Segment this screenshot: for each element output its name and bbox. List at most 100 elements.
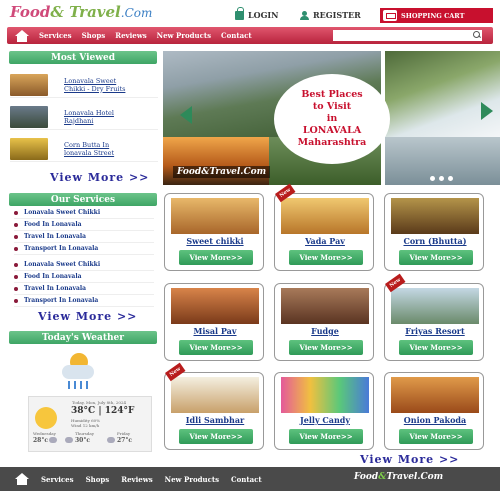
service-item[interactable]: Transport In Lonavala <box>14 295 154 307</box>
services-view-more[interactable]: View More >> <box>38 310 137 323</box>
service-label: Travel In Lonavala <box>24 233 87 240</box>
product-image[interactable] <box>171 377 259 413</box>
nav-reviews[interactable]: Reviews <box>115 31 146 40</box>
logo-com: .Com <box>120 6 153 20</box>
product-image[interactable] <box>391 198 479 234</box>
label-line: Lonavala Hotel <box>64 108 114 117</box>
home-icon[interactable] <box>15 473 29 485</box>
view-more-button[interactable]: View More>> <box>289 429 363 444</box>
view-more-button[interactable]: View More>> <box>399 250 473 265</box>
cart-label: SHOPPING CART <box>401 11 465 20</box>
service-item[interactable]: Travel In Lonavala <box>14 231 154 243</box>
slider-dot[interactable] <box>439 176 444 181</box>
label-line: Corn Butta In <box>64 140 110 149</box>
slider-dots <box>430 176 453 181</box>
bullet-icon <box>14 298 18 303</box>
slider-next-arrow-icon[interactable] <box>481 102 493 120</box>
nav-shops[interactable]: Shops <box>82 31 106 40</box>
most-viewed-heading: Most Viewed <box>9 51 157 64</box>
service-label: Transport In Lonavala <box>24 297 99 304</box>
cloud-shape <box>62 365 94 379</box>
nav-services[interactable]: Services <box>39 31 72 40</box>
logo-travel: & Travel <box>50 3 121 21</box>
product-card: Corn (Bhutta) View More>> <box>384 193 484 271</box>
product-title[interactable]: Jelly Candy <box>275 415 375 425</box>
rain-shape <box>68 381 90 389</box>
service-item[interactable]: Food In Lonavala <box>14 219 154 231</box>
service-label: Lonavala Sweet Chikki <box>24 209 101 216</box>
product-title[interactable]: Onion Pakoda <box>385 415 485 425</box>
view-more-button[interactable]: View More>> <box>399 340 473 355</box>
bullet-icon <box>14 222 18 227</box>
products-view-more[interactable]: View More >> <box>360 453 459 466</box>
product-image[interactable] <box>391 377 479 413</box>
slider-dot[interactable] <box>430 176 435 181</box>
nav-contact[interactable]: Contact <box>221 31 252 40</box>
product-title[interactable]: Misal Pav <box>165 326 265 336</box>
footer-contact[interactable]: Contact <box>231 475 262 484</box>
most-viewed-view-more[interactable]: View More >> <box>50 171 149 184</box>
product-image[interactable] <box>171 198 259 234</box>
login-label: LOGIN <box>248 10 279 20</box>
register-label: REGISTER <box>313 10 361 20</box>
product-title[interactable]: Sweet chikki <box>165 236 265 246</box>
slider-prev-arrow-icon[interactable] <box>180 106 192 124</box>
product-title[interactable]: Friyas Resort <box>385 326 485 336</box>
footer-reviews[interactable]: Reviews <box>121 475 152 484</box>
product-image[interactable] <box>281 198 369 234</box>
product-image[interactable] <box>391 288 479 324</box>
register-link[interactable]: REGISTER <box>300 10 361 20</box>
footer-new-products[interactable]: New Products <box>165 475 219 484</box>
service-label: Food In Lonavala <box>24 221 82 228</box>
service-item[interactable]: Transport In Lonavala <box>14 243 154 255</box>
product-title[interactable]: Vada Pav <box>275 236 375 246</box>
footer-shops[interactable]: Shops <box>86 475 110 484</box>
shopping-cart-button[interactable]: SHOPPING CART <box>380 8 493 23</box>
product-title[interactable]: Idli Sambhar <box>165 415 265 425</box>
weather-widget: Today, Mon, July 8th, 2024 38°C | 124°F … <box>28 396 152 452</box>
weather-desc-line: Wind 12 km/h <box>71 423 100 428</box>
home-icon[interactable] <box>15 29 29 42</box>
weather-panel: Today, Mon, July 8th, 2024 38°C | 124°F … <box>10 346 158 454</box>
service-label: Travel In Lonavala <box>24 285 87 292</box>
footer-logo[interactable]: Food&Travel.Com <box>354 472 443 482</box>
search-icon[interactable] <box>473 31 481 39</box>
nav-new-products[interactable]: New Products <box>157 31 211 40</box>
view-more-button[interactable]: View More>> <box>179 340 253 355</box>
view-more-button[interactable]: View More>> <box>179 250 253 265</box>
most-viewed-item[interactable]: Lonavala Sweet Chikki - Dry Fruits <box>10 72 158 98</box>
bullet-icon <box>14 286 18 291</box>
login-link[interactable]: LOGIN <box>235 6 279 20</box>
product-card: New Vada Pav View More>> <box>274 183 375 271</box>
site-logo[interactable]: Food& Travel.Com <box>10 3 153 21</box>
label-line: lonavala Street <box>64 148 115 157</box>
most-viewed-item[interactable]: Lonavala Hotel Rajdhani <box>10 104 158 130</box>
view-more-button[interactable]: View More>> <box>289 340 363 355</box>
user-icon <box>300 10 309 20</box>
bullet-icon <box>14 234 18 239</box>
slide-fort <box>385 51 500 137</box>
forecast-day: Wednesday <box>33 431 56 436</box>
corn-thumbnail <box>10 137 48 160</box>
promo-line: in <box>326 113 338 124</box>
service-item[interactable]: Lonavala Sweet Chikki <box>14 207 154 219</box>
view-more-button[interactable]: View More>> <box>399 429 473 444</box>
slider-logo: Food&Travel.Com <box>173 166 271 178</box>
slider-dot[interactable] <box>448 176 453 181</box>
view-more-button[interactable]: View More>> <box>289 250 363 265</box>
product-title[interactable]: Fudge <box>275 326 375 336</box>
service-item[interactable]: Travel In Lonavala <box>14 283 154 295</box>
product-image[interactable] <box>281 377 369 413</box>
product-image[interactable] <box>281 288 369 324</box>
service-item[interactable]: Lonavala Sweet Chikki <box>14 259 154 271</box>
footer-services[interactable]: Services <box>41 475 74 484</box>
search-input[interactable] <box>333 30 482 41</box>
service-item[interactable]: Food In Lonavala <box>14 271 154 283</box>
product-image[interactable] <box>171 288 259 324</box>
bullet-icon <box>14 210 18 215</box>
footer-logo-food: Food <box>354 472 379 482</box>
weather-description: Humidity 60% Wind 12 km/h <box>71 418 100 428</box>
most-viewed-item[interactable]: Corn Butta In lonavala Street <box>10 136 158 162</box>
product-title[interactable]: Corn (Bhutta) <box>385 236 485 246</box>
view-more-button[interactable]: View More>> <box>179 429 253 444</box>
